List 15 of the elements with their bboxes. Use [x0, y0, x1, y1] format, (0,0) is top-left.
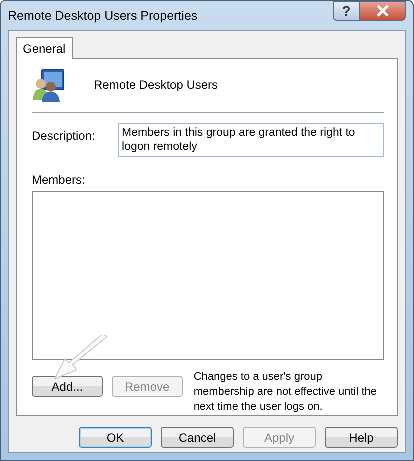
dialog-button[interactable]: Cancel: [161, 427, 234, 448]
dialog-button[interactable]: OK: [79, 427, 152, 448]
dialog-button[interactable]: Help: [325, 427, 398, 448]
membership-note: Changes to a user's group membership are not effective until the next time the user logs on.: [194, 370, 378, 416]
close-button[interactable]: [360, 1, 406, 21]
close-icon: [376, 5, 390, 17]
group-name: Remote Desktop Users: [94, 78, 218, 92]
members-label: Members:: [32, 173, 86, 188]
member-button[interactable]: Add...: [32, 376, 103, 398]
tab[interactable]: General: [16, 37, 73, 59]
help-button[interactable]: ?: [333, 1, 360, 21]
window-title: Remote Desktop Users Properties: [8, 9, 198, 23]
users-computer-icon: [32, 68, 66, 102]
description-field[interactable]: Members in this group are granted the right to logon remotely: [118, 123, 384, 158]
description-label: Description:: [32, 129, 96, 144]
